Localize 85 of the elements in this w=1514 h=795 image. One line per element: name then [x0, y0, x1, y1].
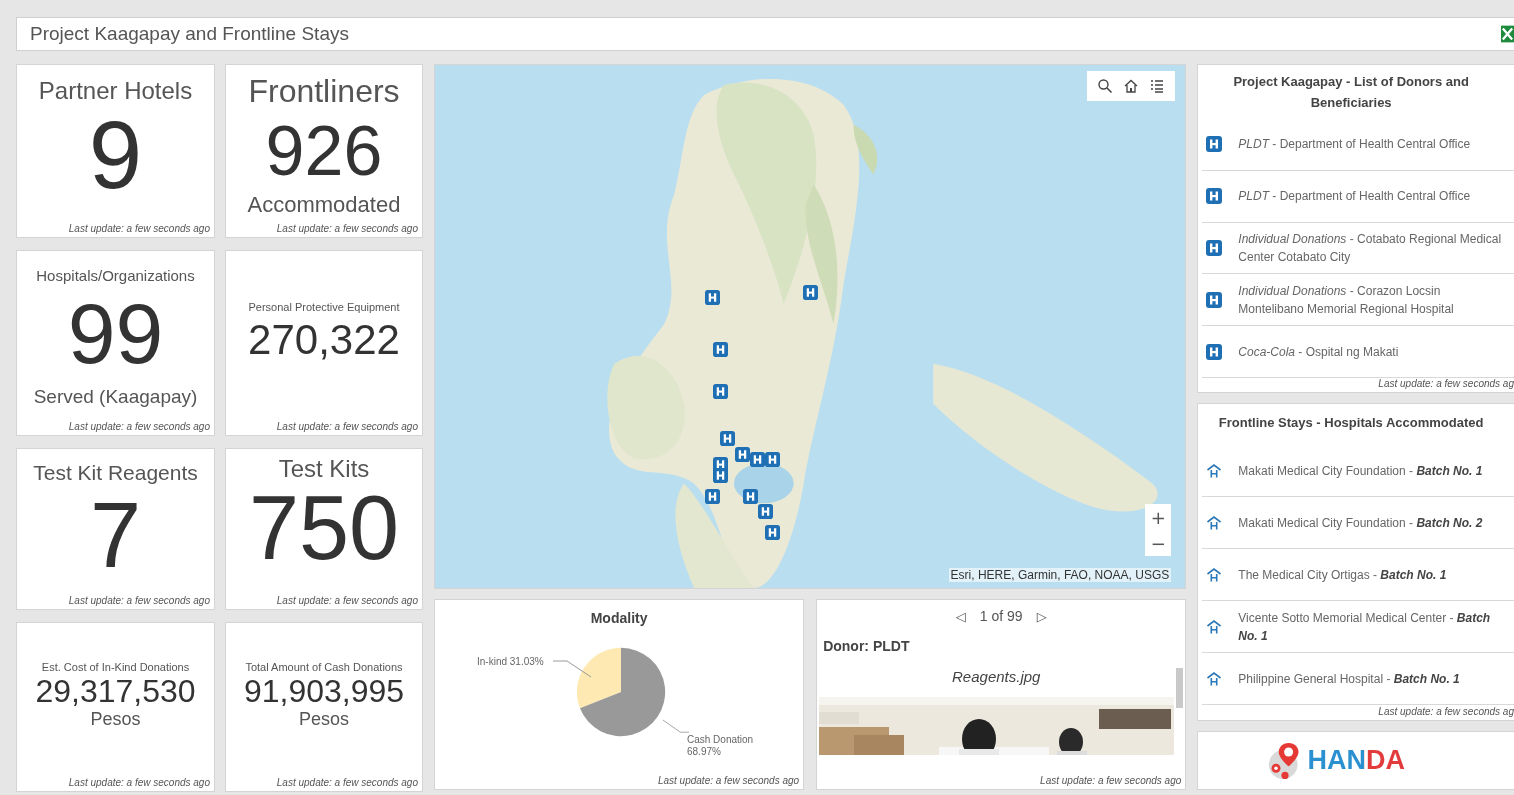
indicator-value: 29,317,530 [35, 675, 196, 707]
dashboard-title: Project Kaagapay and Frontline Stays [29, 23, 349, 45]
list-item-text: Philippine General Hospital - Batch No. 1 [1238, 670, 1460, 688]
indicator-title: Personal Protective Equipment [248, 301, 400, 313]
page-counter: 1 of 99 [979, 608, 1023, 624]
indicator-label: Pesos [299, 709, 349, 730]
donor-label: Donor: PLDT [823, 638, 911, 654]
last-update-text: Last update: a few seconds ago [68, 421, 211, 434]
indicator-title: Test Kits [278, 455, 370, 483]
last-update-text: Last update: a few seconds ago [68, 777, 211, 790]
chart-title: Modality [589, 610, 649, 626]
indicator-value: 9 [88, 107, 143, 203]
indicator-title: Frontliners [248, 73, 400, 110]
list-item[interactable]: Individual Donations - Corazon Locsin Montelibano Memorial Regional Hospital [1202, 274, 1514, 327]
last-update-text: Last update: a few seconds ag [1378, 378, 1514, 391]
last-update-text: Last update: a few seconds ago [68, 595, 211, 608]
indicator-value: 7 [89, 489, 142, 581]
hospital-icon [1206, 136, 1223, 153]
list-item-text: Coca-Cola - Ospital ng Makati [1238, 343, 1399, 361]
spreadsheet-icon[interactable] [1501, 25, 1514, 43]
leader-line [553, 659, 593, 679]
indicator-value: 926 [265, 116, 383, 186]
hospital-marker-icon[interactable] [720, 431, 736, 447]
list-item[interactable]: Coca-Cola - Ospital ng Makati [1202, 326, 1514, 378]
indicator-value: 750 [248, 483, 400, 573]
panel-title: Project Kaagapay - List of Donors and Beneficiaries [1232, 73, 1470, 112]
list-item-text: The Medical City Ortigas - Batch No. 1 [1238, 566, 1447, 584]
list-item[interactable]: Makati Medical City Foundation - Batch No. 1 [1202, 445, 1514, 497]
hospital-icon [1206, 188, 1223, 205]
list-item-text: Individual Donations - Corazon Locsin Montelibano Memorial Regional Hospital [1238, 282, 1455, 318]
last-update-text: Last update: a few seconds ago [276, 595, 419, 608]
hospital-icon [1206, 240, 1223, 256]
hospital-marker-icon[interactable] [765, 452, 781, 467]
list-item-text: PLDT - Department of Health Central Office [1238, 136, 1471, 154]
home-icon[interactable] [1123, 78, 1140, 94]
list-item[interactable]: Vicente Sotto Memorial Medical Center - Batch No. 1 [1202, 601, 1514, 653]
image-caption: Reagents.jpg [952, 668, 1041, 685]
slice-label: In-kind 31.03% [477, 656, 544, 667]
leader-line [663, 718, 689, 736]
list-item-text: PLDT - Department of Health Central Office [1238, 188, 1471, 206]
list-item[interactable]: PLDT - Department of Health Central Office [1202, 170, 1514, 223]
list-item[interactable]: Makati Medical City Foundation - Batch No. 2 [1202, 497, 1514, 549]
panel-title: Frontline Stays - Hospitals Accommodated [1217, 414, 1485, 432]
last-update-text: Last update: a few seconds ago [276, 223, 419, 236]
last-update-text: Last update: a few seconds ag [1378, 706, 1514, 719]
slice-label: Cash Donation 68.97% [687, 734, 755, 758]
house-icon [1206, 462, 1223, 479]
list-item[interactable]: The Medical City Ortigas - Batch No. 1 [1202, 549, 1514, 601]
last-update-text: Last update: a few seconds ago [276, 421, 419, 434]
previous-button[interactable]: ◁ [953, 608, 968, 624]
hospital-marker-icon[interactable] [750, 452, 766, 467]
list-item[interactable]: Individual Donations - Cotabato Regional Medical Center Cotabato City [1202, 222, 1514, 275]
hospital-marker-icon[interactable] [765, 525, 781, 541]
search-icon[interactable] [1097, 78, 1114, 94]
list-item-text: Makati Medical City Foundation - Batch No. 2 [1238, 514, 1483, 532]
hospital-icon [1206, 291, 1223, 308]
indicator-label: Served (Kaagapay) [33, 386, 198, 408]
list-icon[interactable] [1149, 78, 1166, 94]
list-item[interactable]: Philippine General Hospital - Batch No. 1 [1202, 653, 1514, 705]
list-item-text: Individual Donations - Cotabato Regional Medical Center Cotabato City [1238, 231, 1503, 266]
house-icon [1206, 618, 1223, 635]
indicator-title: Hospitals/Organizations [36, 267, 195, 284]
next-button[interactable]: ▷ [1034, 608, 1049, 624]
last-update-text: Last update: a few seconds ago [1040, 775, 1183, 788]
indicator-value: 91,903,995 [243, 675, 405, 707]
last-update-text: Last update: a few seconds ago [68, 223, 211, 236]
indicator-value: 99 [67, 290, 164, 376]
house-icon [1206, 514, 1223, 531]
house-icon [1206, 670, 1223, 687]
indicator-label: Accommodated [247, 192, 401, 218]
last-update-text: Last update: a few seconds ago [657, 775, 801, 788]
last-update-text: Last update: a few seconds ago [276, 777, 419, 790]
indicator-title: Test Kit Reagents [33, 461, 198, 485]
list-item-text: Vicente Sotto Memorial Medical Center - Batch No. 1 [1238, 609, 1492, 645]
list-item[interactable]: PLDT - Department of Health Central Office [1202, 119, 1514, 171]
list-item-text: Makati Medical City Foundation - Batch No. 1 [1238, 462, 1483, 480]
indicator-title: Est. Cost of In-Kind Donations [41, 661, 190, 673]
map-attribution: Esri, HERE, Garmin, FAO, NOAA, USGS [948, 568, 1172, 582]
indicator-value: 270,322 [248, 319, 400, 361]
hospital-icon [1206, 343, 1223, 360]
indicator-title: Partner Hotels [38, 77, 193, 105]
indicator-title: Total Amount of Cash Donations [245, 661, 403, 673]
house-icon [1206, 566, 1223, 583]
scrollbar-thumb[interactable] [1176, 668, 1184, 708]
indicator-label: Pesos [90, 709, 141, 730]
